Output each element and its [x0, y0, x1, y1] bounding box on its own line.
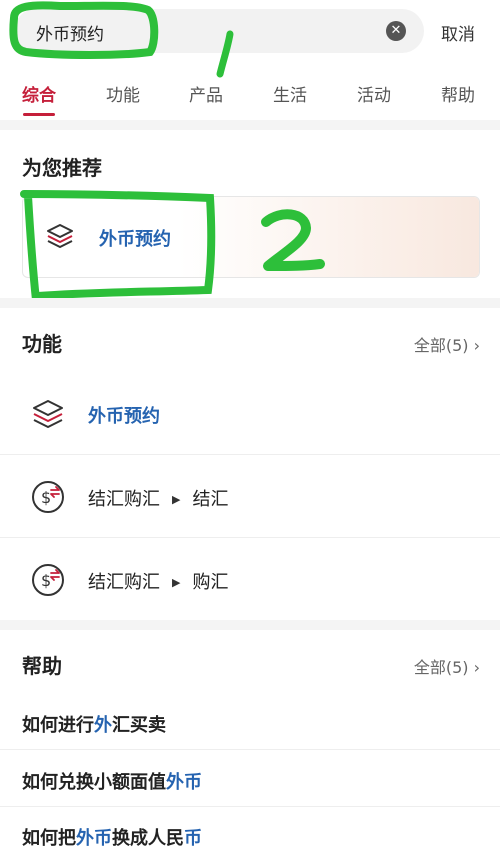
tab-life[interactable]: 生活	[273, 81, 307, 106]
card-background-decoration	[179, 197, 479, 277]
clear-icon[interactable]: ✕	[386, 21, 406, 41]
chevron-right-icon: ›	[473, 336, 480, 355]
section-divider	[0, 120, 500, 130]
help-item[interactable]: 如何进行外汇买卖	[0, 693, 500, 750]
tab-functions[interactable]: 功能	[106, 81, 140, 106]
function-row[interactable]: 外币预约	[0, 372, 500, 455]
functions-title: 功能	[22, 332, 62, 356]
layers-icon	[33, 400, 63, 428]
tab-overview[interactable]: 综合	[22, 81, 56, 106]
triangle-right-icon: ▶	[172, 576, 181, 589]
help-item[interactable]: 如何兑换小额面值外币	[0, 750, 500, 807]
functions-section-header: 功能 全部(5) ›	[0, 310, 500, 370]
function-label: 结汇购汇 ▶ 购汇	[88, 572, 229, 593]
help-section-header: 帮助 全部(5) ›	[0, 632, 500, 692]
help-title: 帮助	[22, 654, 62, 678]
help-all-link[interactable]: 全部(5) ›	[414, 654, 480, 678]
tab-bar: 综合 功能 产品 生活 活动 帮助	[0, 62, 500, 121]
function-label: 结汇购汇 ▶ 结汇	[88, 489, 229, 510]
cancel-button[interactable]: 取消	[441, 20, 475, 45]
functions-all-link[interactable]: 全部(5) ›	[414, 332, 480, 356]
svg-text:$: $	[41, 488, 51, 507]
currency-exchange-icon: $	[32, 564, 64, 596]
recommend-item-label: 外币预约	[99, 229, 171, 250]
chevron-right-icon: ›	[473, 658, 480, 677]
function-row[interactable]: $ 结汇购汇 ▶ 结汇	[0, 455, 500, 538]
function-row[interactable]: $ 结汇购汇 ▶ 购汇	[0, 538, 500, 621]
help-item[interactable]: 如何把外币换成人民币	[0, 806, 500, 862]
search-input[interactable]: 外币预约 ✕	[14, 9, 424, 53]
tab-help[interactable]: 帮助	[441, 81, 475, 106]
recommend-title: 为您推荐	[22, 156, 102, 180]
help-item-text: 如何把外币换成人民币	[22, 828, 202, 849]
search-bar: 外币预约 ✕ 取消	[0, 0, 500, 62]
recommend-card[interactable]: 外币预约	[22, 196, 480, 278]
search-query-text: 外币预约	[36, 25, 104, 45]
section-divider	[0, 298, 500, 308]
tab-activities[interactable]: 活动	[357, 81, 391, 106]
triangle-right-icon: ▶	[172, 493, 181, 506]
help-item-text: 如何兑换小额面值外币	[22, 772, 202, 793]
section-divider	[0, 620, 500, 630]
function-label: 外币预约	[88, 406, 160, 427]
active-tab-indicator	[23, 113, 55, 116]
svg-text:$: $	[41, 571, 51, 590]
currency-exchange-icon: $	[32, 481, 64, 513]
help-item-text: 如何进行外汇买卖	[22, 715, 166, 736]
layers-icon	[47, 224, 73, 248]
tab-products[interactable]: 产品	[189, 81, 223, 106]
